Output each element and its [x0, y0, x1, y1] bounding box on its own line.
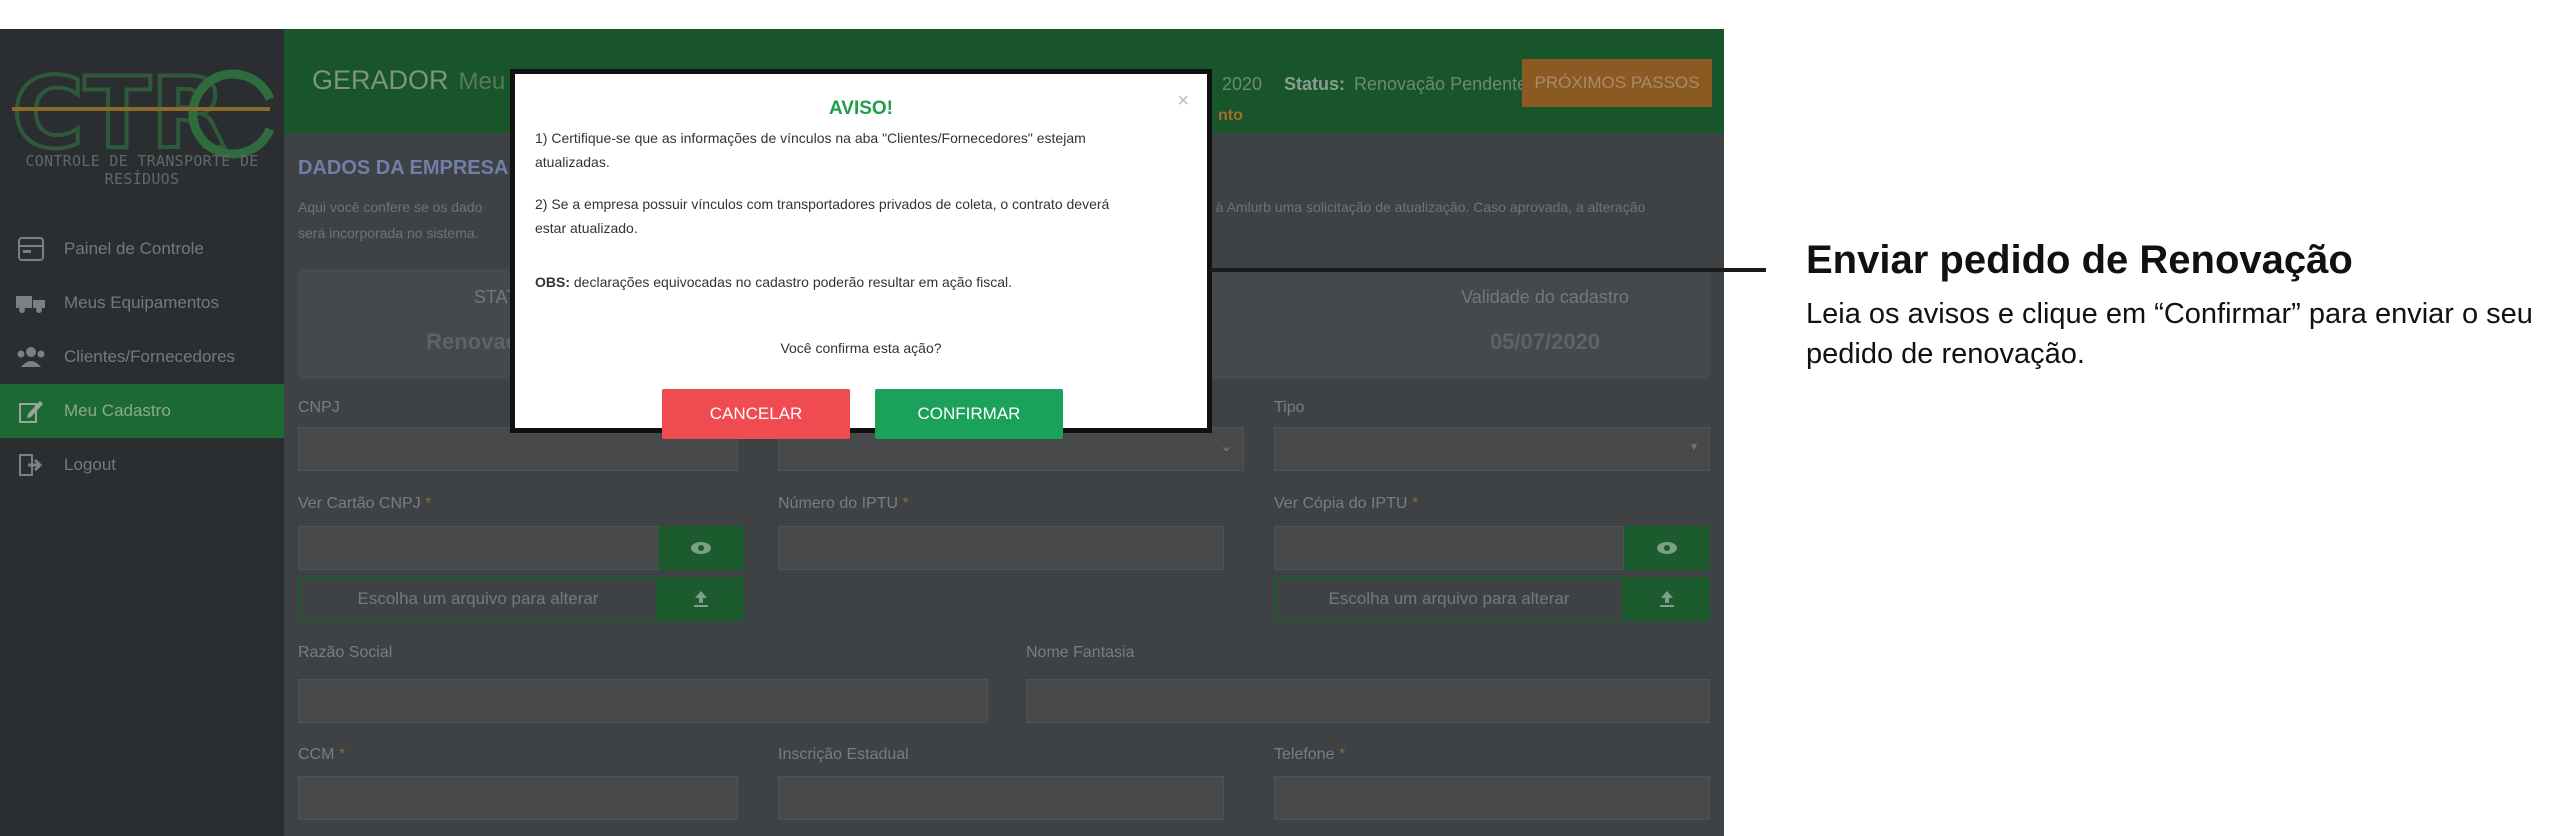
logo: CTR CONTROLE DE TRANSPORTE DE RESÍDUOS	[0, 29, 284, 209]
status-value: Renovação Pendente	[1354, 74, 1528, 94]
upload-icon	[1660, 591, 1674, 607]
page-title: GERADOR Meu	[312, 65, 505, 96]
cnpj-label: CNPJ	[298, 399, 340, 416]
required-mark: *	[902, 495, 909, 512]
modal-line-1a: 1) Certifique-se que as informações de v…	[535, 130, 1086, 146]
numero-iptu-input[interactable]	[778, 526, 1224, 570]
ver-copia-label-text: Ver Cópia do IPTU	[1274, 495, 1408, 512]
section-title: DADOS DA EMPRESA	[298, 157, 509, 179]
ie-label: Inscrição Estadual	[778, 746, 909, 763]
ver-cartao-label: Ver Cartão CNPJ *	[298, 495, 431, 513]
status-sub-label: nto	[1218, 107, 1243, 124]
sidebar-item-label: Logout	[64, 455, 116, 474]
obs-text: declarações equivocadas no cadastro pode…	[570, 274, 1013, 290]
card-key: Validade do cadastro	[1461, 287, 1629, 307]
sidebar-item-clientes[interactable]: Clientes/Fornecedores	[0, 330, 284, 384]
validity-card: Validade do cadastro 05/07/2020	[1380, 269, 1710, 379]
caret-down-icon: ▼	[1689, 442, 1699, 453]
fantasia-label: Nome Fantasia	[1026, 644, 1135, 661]
required-mark: *	[425, 495, 432, 512]
modal-line-1b: atualizadas.	[535, 154, 610, 170]
numero-iptu-label: Número do IPTU *	[778, 495, 909, 513]
upload-icon	[694, 591, 708, 607]
cartao-cnpj-input[interactable]	[298, 526, 658, 570]
edit-icon	[14, 396, 48, 426]
truck-icon	[14, 288, 48, 318]
sidebar-item-label: Meus Equipamentos	[64, 293, 219, 312]
chevron-down-icon: ⌄	[1219, 438, 1233, 455]
sidebar-item-equipamentos[interactable]: Meus Equipamentos	[0, 276, 284, 330]
required-mark: *	[1338, 746, 1346, 763]
logout-icon	[14, 450, 48, 480]
year-label: 2020	[1222, 74, 1263, 94]
section-description-right: á à Amlurb uma solicitação de atualizaçã…	[1204, 199, 1646, 215]
modal-line-2: 2) Se a empresa possuir vínculos com tra…	[535, 192, 1175, 240]
app-screenshot: CTR CONTROLE DE TRANSPORTE DE RESÍDUOS P…	[0, 29, 1724, 836]
eye-icon	[691, 542, 711, 554]
callout-line	[1210, 268, 1766, 272]
modal-line-1: 1) Certifique-se que as informações de v…	[535, 126, 1175, 174]
view-copia-button[interactable]	[1624, 526, 1710, 570]
sidebar-item-logout[interactable]: Logout	[0, 438, 284, 492]
section-description-line2: será incorporada no sistema.	[298, 225, 479, 241]
logo-text: CONTROLE DE TRANSPORTE DE RESÍDUOS	[25, 152, 259, 188]
sidebar: CTR CONTROLE DE TRANSPORTE DE RESÍDUOS P…	[0, 29, 284, 836]
modal-obs: OBS: declarações equivocadas no cadastro…	[535, 270, 1175, 294]
callout-body: Leia os avisos e clique em “Confirmar” p…	[1806, 298, 2533, 370]
ver-cartao-label-text: Ver Cartão CNPJ	[298, 495, 421, 512]
ccm-label-text: CCM	[298, 746, 335, 763]
required-mark: *	[1411, 495, 1419, 512]
ccm-input[interactable]	[298, 776, 738, 820]
view-cartao-button[interactable]	[658, 526, 744, 570]
ctre-logo-icon: CTR	[10, 55, 275, 173]
razao-input[interactable]	[298, 679, 988, 723]
modal-line-2a: 2) Se a empresa possuir vínculos com tra…	[535, 196, 1110, 212]
upload-cartao-field[interactable]: Escolha um arquivo para alterar	[298, 577, 658, 621]
numero-iptu-label-text: Número do IPTU	[778, 495, 899, 512]
sidebar-item-label: Meu Cadastro	[64, 401, 171, 420]
tipo-select[interactable]: ▼	[1274, 427, 1710, 471]
required-mark: *	[338, 746, 346, 763]
page-title-sub: Meu	[458, 68, 506, 95]
page-title-text: GERADOR	[312, 65, 449, 95]
dashboard-icon	[14, 234, 48, 264]
telefone-label: Telefone *	[1274, 746, 1345, 764]
upload-cartao-button[interactable]	[658, 577, 744, 621]
sidebar-item-label: Painel de Controle	[64, 239, 204, 258]
telefone-label-text: Telefone	[1274, 746, 1335, 763]
fantasia-input[interactable]	[1026, 679, 1710, 723]
next-steps-button[interactable]: PRÓXIMOS PASSOS	[1522, 59, 1712, 107]
razao-label: Razão Social	[298, 644, 393, 661]
ie-input[interactable]	[778, 776, 1224, 820]
ccm-label: CCM *	[298, 746, 345, 764]
users-icon	[14, 342, 48, 372]
sidebar-item-painel[interactable]: Painel de Controle	[0, 222, 284, 276]
cancel-button[interactable]: CANCELAR	[662, 389, 850, 439]
ver-copia-label: Ver Cópia do IPTU *	[1274, 495, 1418, 513]
modal-title: AVISO!	[828, 98, 894, 119]
modal-question: Você confirma esta ação?	[780, 340, 942, 356]
warning-modal: AVISO! × 1) Certifique-se que as informa…	[510, 69, 1212, 439]
upload-copia-field[interactable]: Escolha um arquivo para alterar	[1274, 577, 1624, 621]
tipo-label: Tipo	[1274, 399, 1305, 416]
sidebar-item-label: Clientes/Fornecedores	[64, 347, 236, 366]
confirm-button[interactable]: CONFIRMAR	[875, 389, 1063, 439]
obs-label: OBS:	[535, 274, 570, 290]
eye-icon	[1657, 542, 1677, 554]
telefone-input[interactable]	[1274, 776, 1710, 820]
card-value: 05/07/2020	[1489, 329, 1601, 354]
callout-title: Enviar pedido de Renovação	[1806, 238, 2353, 282]
modal-line-2b: estar atualizado.	[535, 220, 638, 236]
status-label: Status:	[1284, 74, 1346, 94]
upload-copia-button[interactable]	[1624, 577, 1710, 621]
copia-iptu-input[interactable]	[1274, 526, 1624, 570]
sidebar-item-meu-cadastro[interactable]: Meu Cadastro	[0, 384, 284, 438]
close-icon[interactable]: ×	[1177, 90, 1189, 113]
